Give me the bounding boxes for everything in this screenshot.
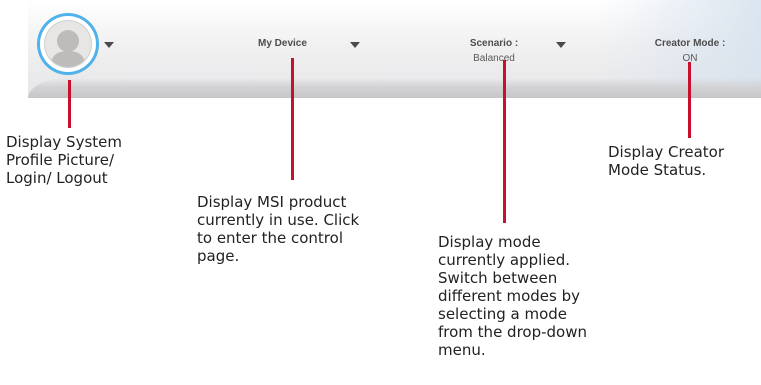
callout-device-line: Display MSI product (197, 193, 347, 211)
callout-line-profile (68, 80, 71, 128)
callout-scenario: Display mode currently applied. Switch b… (438, 233, 587, 359)
creator-mode-label: Creator Mode : (654, 38, 726, 49)
callout-device-line: page. (197, 247, 240, 265)
callout-scenario-line: Switch between (438, 269, 558, 287)
callout-scenario-line: menu. (438, 341, 486, 359)
scenario-value[interactable]: Balanced (466, 53, 522, 64)
scenario-label: Scenario : (469, 38, 519, 49)
callout-line-scenario (503, 60, 506, 223)
callout-line-device (291, 58, 294, 180)
callout-profile-line: Profile Picture/ (6, 151, 115, 169)
profile-dropdown-caret-icon[interactable] (104, 42, 114, 48)
callout-scenario-line: selecting a mode (438, 305, 568, 323)
scenario-dropdown-caret-icon[interactable] (556, 42, 566, 48)
user-silhouette-icon (44, 20, 92, 68)
callout-creator-line: Mode Status. (608, 161, 707, 179)
my-device-button[interactable]: My Device (258, 38, 307, 49)
callout-device-line: currently in use. Click (197, 211, 360, 229)
device-dropdown-caret-icon[interactable] (350, 42, 360, 48)
callout-profile-line: Login/ Logout (6, 169, 108, 187)
profile-avatar-button[interactable] (40, 16, 96, 72)
callout-profile-line: Display System (6, 133, 122, 151)
callout-scenario-line: Display mode (438, 233, 541, 251)
callout-line-creator (688, 62, 691, 138)
top-bar (28, 0, 761, 98)
callout-scenario-line: different modes by (438, 287, 580, 305)
callout-device: Display MSI product currently in use. Cl… (197, 193, 359, 265)
callout-scenario-line: from the drop-down (438, 323, 588, 341)
callout-profile: Display System Profile Picture/ Login/ L… (6, 133, 122, 187)
top-bar-shadow (28, 78, 761, 98)
callout-scenario-line: currently applied. (438, 251, 571, 269)
callout-creator-line: Display Creator (608, 143, 725, 161)
callout-device-line: to enter the control (197, 229, 343, 247)
callout-creator: Display Creator Mode Status. (608, 143, 724, 179)
